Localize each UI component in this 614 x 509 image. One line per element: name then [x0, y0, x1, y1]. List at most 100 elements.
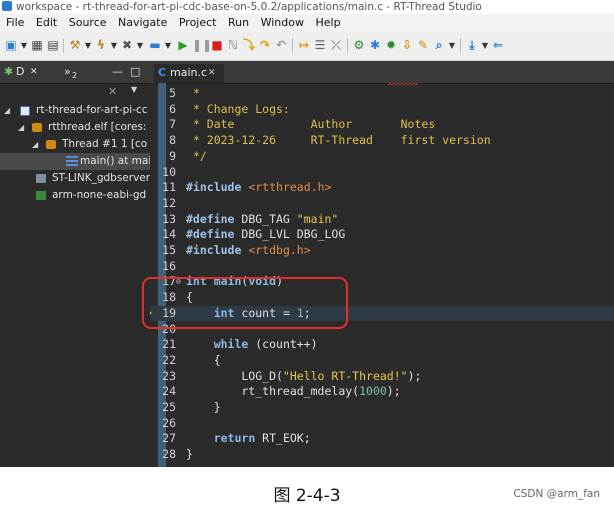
remove-terminated-icon[interactable]: ✕: [108, 85, 117, 98]
code-line[interactable]: 26: [150, 416, 614, 432]
code-line[interactable]: 9 */: [150, 149, 614, 165]
line-number[interactable]: 9: [158, 149, 176, 165]
debug-icon[interactable]: ϟ: [94, 38, 108, 53]
tree-item-thread[interactable]: ◢ Thread #1 1 [co: [0, 136, 150, 153]
line-number[interactable]: 15: [158, 243, 176, 259]
menu-file[interactable]: File: [0, 14, 28, 32]
code-token: return: [213, 431, 256, 446]
chevron-down-icon[interactable]: ▼: [136, 38, 144, 53]
terminal-icon[interactable]: ▬: [148, 38, 162, 53]
code-line[interactable]: 21 while (count++): [150, 337, 614, 353]
step-over-icon[interactable]: ↷: [258, 38, 272, 53]
line-number[interactable]: 6: [158, 102, 176, 118]
menu-project[interactable]: Project: [175, 14, 221, 32]
tools-icon[interactable]: ✖: [120, 38, 134, 53]
code-line[interactable]: 13 #define DBG_TAG "main": [150, 212, 614, 228]
code-area[interactable]: 5 * 6 * Change Logs: 7 * Date Author Notes…: [150, 83, 614, 467]
build-icon[interactable]: ⚒: [68, 38, 82, 53]
terminate-icon[interactable]: ■: [210, 38, 224, 53]
maximize-icon[interactable]: □: [130, 65, 140, 79]
tree-expand-icon[interactable]: ◢: [32, 136, 38, 153]
code-line[interactable]: 11 #include <rtthread.h>: [150, 180, 614, 196]
menu-edit[interactable]: Edit: [32, 14, 61, 32]
chevron-down-icon[interactable]: ▼: [20, 38, 28, 53]
tree-item-project[interactable]: ◢ rt-thread-for-art-pi-cc: [0, 102, 150, 119]
step-into-icon[interactable]: ⤵: [242, 38, 256, 53]
line-number[interactable]: 28: [158, 447, 176, 463]
tree-item-launch[interactable]: ◢ rtthread.elf [cores:: [0, 119, 150, 136]
import-icon[interactable]: ⤓: [465, 38, 479, 53]
line-number[interactable]: 21: [158, 337, 176, 353]
disconnect-icon[interactable]: ℕ: [226, 38, 240, 53]
tree-expand-icon[interactable]: ◢: [18, 119, 24, 136]
menu-source[interactable]: Source: [65, 14, 111, 32]
line-number[interactable]: 22: [158, 353, 176, 369]
line-number[interactable]: 7: [158, 117, 176, 133]
code-line[interactable]: 10: [150, 165, 614, 181]
line-number[interactable]: 14: [158, 227, 176, 243]
view-overflow-icon[interactable]: »: [64, 65, 71, 79]
tree-item-stack-frame[interactable]: main() at mai: [0, 153, 150, 170]
line-number[interactable]: 13: [158, 212, 176, 228]
line-number[interactable]: 26: [158, 416, 176, 432]
use-step-filters-icon[interactable]: ⤫: [329, 38, 343, 53]
sdk-manager-icon[interactable]: ⚙: [352, 38, 366, 53]
chevron-down-icon[interactable]: ▼: [110, 38, 118, 53]
code-line[interactable]: 8 * 2023-12-26 RT-Thread first version: [150, 133, 614, 149]
tree-expand-icon[interactable]: ◢: [4, 102, 10, 119]
code-line[interactable]: 27 return RT_EOK;: [150, 431, 614, 447]
code-line[interactable]: 6 * Change Logs:: [150, 102, 614, 118]
tab-main-c[interactable]: C main.c ✕: [154, 64, 224, 83]
drop-frame-icon[interactable]: ↦: [297, 38, 311, 53]
line-number[interactable]: 8: [158, 133, 176, 149]
menu-window[interactable]: Window: [257, 14, 308, 32]
code-line[interactable]: 22 {: [150, 353, 614, 369]
run-config-icon[interactable]: ✎: [416, 38, 430, 53]
back-icon[interactable]: ⇐: [491, 38, 505, 53]
suspend-icon[interactable]: ❚❚: [192, 38, 212, 53]
line-number[interactable]: 10: [158, 165, 176, 181]
line-number[interactable]: 5: [158, 86, 176, 102]
code-line[interactable]: 5 *: [150, 86, 614, 102]
download-icon[interactable]: ⇩: [400, 38, 414, 53]
code-line[interactable]: 14 #define DBG_LVL DBG_LOG: [150, 227, 614, 243]
menu-navigate[interactable]: Navigate: [114, 14, 171, 32]
save-all-icon[interactable]: ▤: [46, 38, 60, 53]
chevron-down-icon[interactable]: ▼: [84, 38, 92, 53]
code-line[interactable]: 23 LOG_D("Hello RT-Thread!");: [150, 369, 614, 385]
debug-config-icon[interactable]: ✹: [384, 38, 398, 53]
settings-icon[interactable]: ✱: [368, 38, 382, 53]
line-number[interactable]: 23: [158, 369, 176, 385]
save-icon[interactable]: ▦: [30, 38, 44, 53]
code-line[interactable]: 12: [150, 196, 614, 212]
code-line[interactable]: 7 * Date Author Notes: [150, 117, 614, 133]
line-number[interactable]: 27: [158, 431, 176, 447]
search-icon[interactable]: ⌕: [432, 38, 446, 53]
menu-help[interactable]: Help: [311, 14, 344, 32]
tree-item-gdbserver[interactable]: ST-LINK_gdbserver: [0, 170, 150, 187]
resume-icon[interactable]: ▶: [176, 38, 190, 53]
menu-run[interactable]: Run: [224, 14, 253, 32]
close-icon[interactable]: ✕: [208, 64, 216, 82]
minimize-icon[interactable]: —: [112, 65, 123, 79]
line-number[interactable]: 11: [158, 180, 176, 196]
tab-debug[interactable]: D: [16, 65, 24, 79]
line-number[interactable]: 24: [158, 384, 176, 400]
line-number[interactable]: 16: [158, 259, 176, 275]
code-line[interactable]: 28}: [150, 447, 614, 463]
code-line[interactable]: 15 #include <rtdbg.h>: [150, 243, 614, 259]
chevron-down-icon[interactable]: ▼: [164, 38, 172, 53]
new-icon[interactable]: ▣: [4, 38, 18, 53]
code-line[interactable]: 16: [150, 259, 614, 275]
tree-item-gdb[interactable]: arm-none-eabi-gd: [0, 187, 150, 204]
view-menu-icon[interactable]: ▼: [131, 85, 137, 94]
code-line[interactable]: 24 rt_thread_mdelay(1000);: [150, 384, 614, 400]
chevron-down-icon[interactable]: ▼: [481, 38, 489, 53]
chevron-down-icon[interactable]: ▼: [448, 38, 456, 53]
step-return-icon[interactable]: ↶: [274, 38, 288, 53]
code-line[interactable]: 25 }: [150, 400, 614, 416]
line-number[interactable]: 12: [158, 196, 176, 212]
close-icon[interactable]: ✕: [30, 65, 38, 79]
line-number[interactable]: 25: [158, 400, 176, 416]
instruction-stepping-icon[interactable]: ☰: [313, 38, 327, 53]
